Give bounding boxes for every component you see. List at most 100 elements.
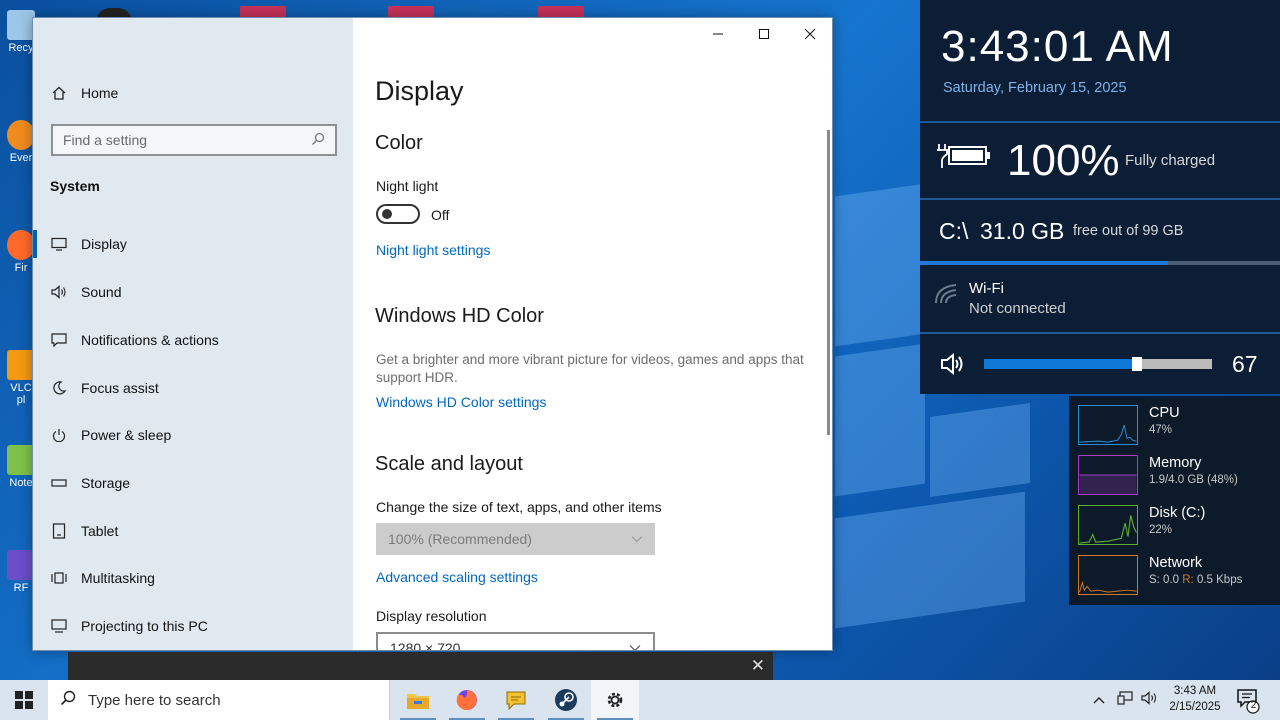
content-scrollbar[interactable] <box>827 130 830 435</box>
nav-item-tablet[interactable]: Tablet <box>50 522 118 540</box>
close-icon <box>804 28 816 40</box>
page-title: Display <box>375 76 464 106</box>
nav-item-display[interactable]: Display <box>50 235 127 253</box>
nav-item-power-sleep[interactable]: Power & sleep <box>50 426 171 444</box>
taskbar-notes-app[interactable] <box>492 680 540 720</box>
search-icon <box>311 132 325 149</box>
taskbar-clock[interactable]: 3:43 AM 2/15/2025 <box>1163 683 1227 715</box>
perf-disk[interactable]: Disk (C:) 22% <box>1078 505 1278 547</box>
nav-item-label: Notifications & actions <box>81 332 219 348</box>
volume-slider-thumb[interactable] <box>1131 357 1142 371</box>
hdr-settings-link[interactable]: Windows HD Color settings <box>376 394 546 410</box>
projecting-icon <box>50 617 68 635</box>
wallpaper-pane <box>835 343 925 497</box>
taskbar-search-box[interactable]: Type here to search <box>48 680 390 720</box>
nav-item-sound[interactable]: Sound <box>50 283 121 301</box>
taskbar-firefox[interactable] <box>443 680 491 720</box>
status-widget: 3:43:01 AM Saturday, February 15, 2025 1… <box>920 0 1280 394</box>
tablet-icon <box>50 522 68 540</box>
gear-icon <box>607 692 623 708</box>
settings-window: Home Find a setting System Display Sound <box>32 17 833 651</box>
toggle-knob <box>382 209 392 219</box>
close-button[interactable] <box>787 18 832 50</box>
chevron-down-icon <box>631 532 643 546</box>
wallpaper-pane <box>835 183 925 347</box>
steam-icon <box>555 689 577 711</box>
perf-value: 22% <box>1149 524 1173 536</box>
minimize-icon <box>713 33 723 35</box>
maximize-icon <box>759 29 769 39</box>
section-heading-color: Color <box>375 132 423 154</box>
taskbar-steam[interactable] <box>542 680 590 720</box>
power-icon <box>50 426 68 444</box>
taskbar-settings[interactable] <box>591 680 639 720</box>
start-button[interactable] <box>0 680 48 720</box>
active-indicator <box>33 230 37 258</box>
monitor-icon <box>50 235 68 253</box>
night-light-settings-link[interactable]: Night light settings <box>376 242 490 258</box>
close-icon[interactable]: ✕ <box>751 656 765 676</box>
divider <box>920 332 1280 334</box>
perf-cpu[interactable]: CPU 47% <box>1078 405 1278 447</box>
chevron-up-icon[interactable] <box>1093 691 1105 709</box>
firefox-icon <box>7 230 35 260</box>
divider <box>920 198 1280 200</box>
volume-icon[interactable] <box>940 352 968 381</box>
nav-item-storage[interactable]: Storage <box>50 474 130 492</box>
volume-slider[interactable] <box>984 359 1212 369</box>
disk-usage-fill <box>920 261 1169 265</box>
desktop-icon-label: Fir <box>14 262 28 274</box>
taskbar-time: 3:43 AM <box>1173 685 1217 697</box>
settings-content: Display Color Night light Off Night ligh… <box>353 18 832 650</box>
advanced-scaling-link[interactable]: Advanced scaling settings <box>376 569 538 585</box>
perf-name: CPU <box>1149 405 1180 421</box>
nav-item-projecting[interactable]: Projecting to this PC <box>50 617 208 635</box>
nav-section-title: System <box>50 178 100 194</box>
divider <box>920 121 1280 123</box>
nav-item-multitasking[interactable]: Multitasking <box>50 569 155 587</box>
window-controls <box>695 18 832 50</box>
find-setting-input[interactable]: Find a setting <box>51 124 337 156</box>
desktop-icon-label: Ever <box>9 152 33 164</box>
desktop-icon-label: VLC pl <box>10 382 32 406</box>
clock-date: Saturday, February 15, 2025 <box>943 80 1127 96</box>
system-tray <box>1093 680 1159 720</box>
net-received-label: R: <box>1182 574 1194 586</box>
perf-memory[interactable]: Memory 1.9/4.0 GB (48%) <box>1078 455 1278 497</box>
firefox-icon <box>456 690 477 710</box>
network-icon[interactable] <box>1117 690 1133 710</box>
battery-status: Fully charged <box>1125 152 1216 169</box>
battery-percent: 100% <box>1007 136 1120 185</box>
vlc-icon <box>7 350 35 380</box>
nav-item-label: Power & sleep <box>81 427 172 443</box>
moon-icon <box>50 379 68 397</box>
perf-value: 1.9/4.0 GB (48%) <box>1149 474 1238 486</box>
performance-widget: CPU 47% Memory 1.9/4.0 GB (48%) Disk (C:… <box>1069 396 1280 605</box>
nav-item-label: Tablet <box>81 523 119 539</box>
scale-dropdown[interactable]: 100% (Recommended) <box>376 523 655 555</box>
nav-home[interactable]: Home <box>50 84 118 102</box>
everything-icon <box>7 120 35 150</box>
maximize-button[interactable] <box>741 18 787 50</box>
wifi-icon <box>934 283 958 310</box>
minimize-button[interactable] <box>695 18 741 50</box>
nav-item-label: Storage <box>81 475 131 491</box>
nav-item-label: Display <box>81 236 127 252</box>
nav-item-notifications[interactable]: Notifications & actions <box>50 331 219 349</box>
nav-item-focus-assist[interactable]: Focus assist <box>50 379 159 397</box>
memory-graph <box>1078 455 1138 495</box>
taskbar-file-explorer[interactable] <box>394 680 442 720</box>
taskbar-date: 2/15/2025 <box>1169 701 1221 713</box>
windows-logo-icon <box>15 691 33 709</box>
perf-value: 47% <box>1149 424 1173 436</box>
net-received: 0.5 Kbps <box>1193 574 1243 586</box>
home-icon <box>50 84 68 102</box>
night-light-toggle[interactable] <box>376 204 420 224</box>
night-light-label: Night light <box>376 178 439 194</box>
resolution-dropdown[interactable]: 1280 × 720 <box>376 632 655 650</box>
perf-network[interactable]: Network S: 0.0 R: 0.5 Kbps <box>1078 555 1278 597</box>
chevron-down-icon <box>629 641 641 650</box>
desktop-icon-label: Recy <box>8 42 34 54</box>
action-center-button[interactable]: 2 <box>1236 688 1260 719</box>
speaker-icon[interactable] <box>1141 690 1159 710</box>
